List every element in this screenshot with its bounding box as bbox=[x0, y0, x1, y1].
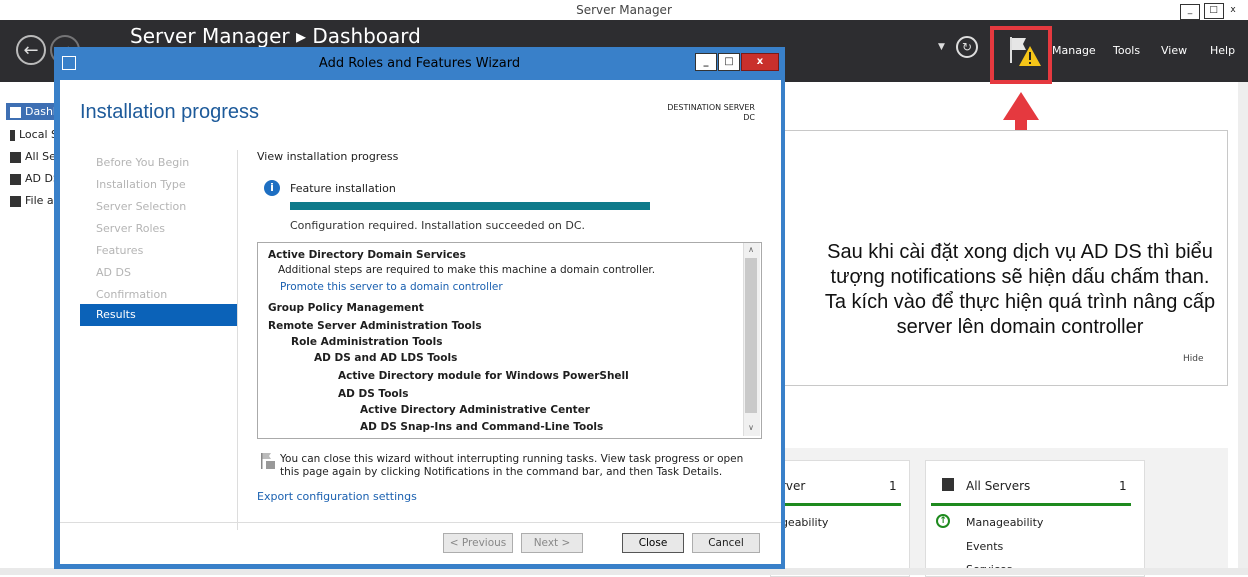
back-button[interactable]: ← bbox=[16, 35, 46, 65]
servers-icon bbox=[942, 478, 954, 491]
tile-count: 1 bbox=[889, 479, 897, 493]
minimize-icon[interactable]: _ bbox=[1180, 4, 1200, 20]
list-item: Group Policy Management bbox=[268, 302, 424, 314]
destination-server: DESTINATION SERVER DC bbox=[667, 103, 755, 122]
feature-installation-label: Feature installation bbox=[290, 182, 396, 195]
annotation-text: Sau khi cài đặt xong dịch vụ AD DS thì b… bbox=[824, 241, 1216, 338]
chevron-up-icon[interactable]: ∧ bbox=[745, 245, 757, 254]
file-storage-icon bbox=[10, 195, 21, 207]
view-progress-label: View installation progress bbox=[257, 150, 399, 163]
refresh-icon[interactable]: ↻ bbox=[956, 36, 978, 58]
step-server-roles: Server Roles bbox=[96, 222, 166, 235]
list-item: AD DS and AD LDS Tools bbox=[314, 352, 458, 364]
menu-view[interactable]: View bbox=[1161, 44, 1187, 57]
info-icon: i bbox=[264, 180, 280, 196]
sm-horizontal-scrollbar[interactable] bbox=[0, 568, 1248, 575]
step-ad-ds: AD DS bbox=[96, 266, 131, 279]
tile-all-servers[interactable]: All Servers 1 ↑ Manageability Events Ser… bbox=[925, 460, 1145, 577]
sidebar-item-ad-ds[interactable]: AD DS bbox=[10, 172, 60, 185]
wizard-close-button[interactable]: x bbox=[741, 53, 779, 71]
step-installation-type: Installation Type bbox=[96, 178, 186, 191]
sm-vertical-scrollbar[interactable] bbox=[1238, 82, 1248, 575]
list-item: AD DS Snap-Ins and Command-Line Tools bbox=[360, 421, 604, 433]
close-icon[interactable]: x bbox=[1227, 4, 1239, 18]
server-icon bbox=[10, 129, 15, 141]
tile-local-server[interactable]: Local Server 1 Manageability bbox=[731, 460, 910, 577]
step-server-selection: Server Selection bbox=[96, 200, 187, 213]
chevron-down-icon[interactable]: ∨ bbox=[745, 423, 757, 432]
chevron-down-icon[interactable]: ▼ bbox=[938, 42, 945, 52]
progress-fill bbox=[290, 202, 650, 210]
breadcrumb: Server Manager ▸ Dashboard bbox=[130, 24, 421, 48]
menu-manage[interactable]: Manage bbox=[1052, 44, 1096, 57]
annotation-highlight-box bbox=[990, 26, 1052, 84]
maximize-icon[interactable]: □ bbox=[1203, 3, 1224, 19]
tile-row-manageability[interactable]: Manageability bbox=[966, 516, 1043, 529]
previous-button[interactable]: < Previous bbox=[443, 533, 513, 553]
cancel-button[interactable]: Cancel bbox=[692, 533, 760, 553]
list-item: Active Directory Administrative Center bbox=[360, 404, 590, 416]
wizard-maximize-button[interactable]: □ bbox=[718, 53, 740, 71]
export-configuration-link[interactable]: Export configuration settings bbox=[257, 490, 417, 503]
arrow-left-icon: ← bbox=[23, 40, 39, 61]
minimize-icon: _ bbox=[703, 56, 709, 67]
results-scroll-thumb[interactable] bbox=[745, 258, 757, 413]
close-icon: x bbox=[756, 56, 764, 67]
ad-ds-icon bbox=[10, 173, 21, 185]
promote-dc-link[interactable]: Promote this server to a domain controll… bbox=[280, 281, 503, 293]
step-confirmation: Confirmation bbox=[96, 288, 168, 301]
sm-window-controls[interactable]: _ □ x bbox=[1180, 2, 1244, 20]
maximize-icon: □ bbox=[724, 56, 734, 67]
page-title: Installation progress bbox=[80, 101, 259, 123]
tile-status-bar bbox=[931, 503, 1131, 506]
list-item: AD DS Tools bbox=[338, 388, 409, 400]
results-list[interactable]: Active Directory Domain Services Additio… bbox=[257, 242, 762, 439]
tile-count: 1 bbox=[1119, 479, 1127, 493]
close-note-text: You can close this wizard without interr… bbox=[280, 453, 744, 478]
list-item: Active Directory module for Windows Powe… bbox=[338, 370, 629, 382]
tile-status-bar bbox=[771, 503, 901, 506]
task-flag-icon bbox=[261, 453, 275, 469]
progress-bar bbox=[290, 202, 650, 210]
button-row-divider bbox=[60, 522, 781, 523]
status-text: Configuration required. Installation suc… bbox=[290, 219, 586, 232]
list-item: Remote Server Administration Tools bbox=[268, 320, 482, 332]
next-button[interactable]: Next > bbox=[521, 533, 583, 553]
servers-icon bbox=[10, 151, 21, 163]
tile-title: All Servers bbox=[966, 479, 1031, 493]
menu-help[interactable]: Help bbox=[1210, 44, 1235, 57]
list-item: Role Administration Tools bbox=[291, 336, 443, 348]
step-before-you-begin: Before You Begin bbox=[96, 156, 190, 169]
wizard-minimize-button[interactable]: _ bbox=[695, 53, 717, 71]
dashboard-icon bbox=[10, 106, 21, 118]
arrow-up-circle-icon: ↑ bbox=[936, 514, 950, 528]
step-divider bbox=[237, 150, 238, 530]
wizard-title: Add Roles and Features Wizard bbox=[318, 56, 521, 71]
step-features: Features bbox=[96, 244, 144, 257]
hide-link[interactable]: Hide bbox=[1183, 354, 1204, 364]
menu-tools[interactable]: Tools bbox=[1113, 44, 1140, 57]
list-item: Additional steps are required to make th… bbox=[278, 264, 656, 276]
step-results[interactable]: Results bbox=[80, 304, 237, 326]
list-item: Active Directory Domain Services bbox=[268, 249, 466, 261]
sm-window-title: Server Manager bbox=[576, 3, 672, 17]
tile-row-events[interactable]: Events bbox=[966, 540, 1003, 553]
close-button[interactable]: Close bbox=[622, 533, 684, 553]
